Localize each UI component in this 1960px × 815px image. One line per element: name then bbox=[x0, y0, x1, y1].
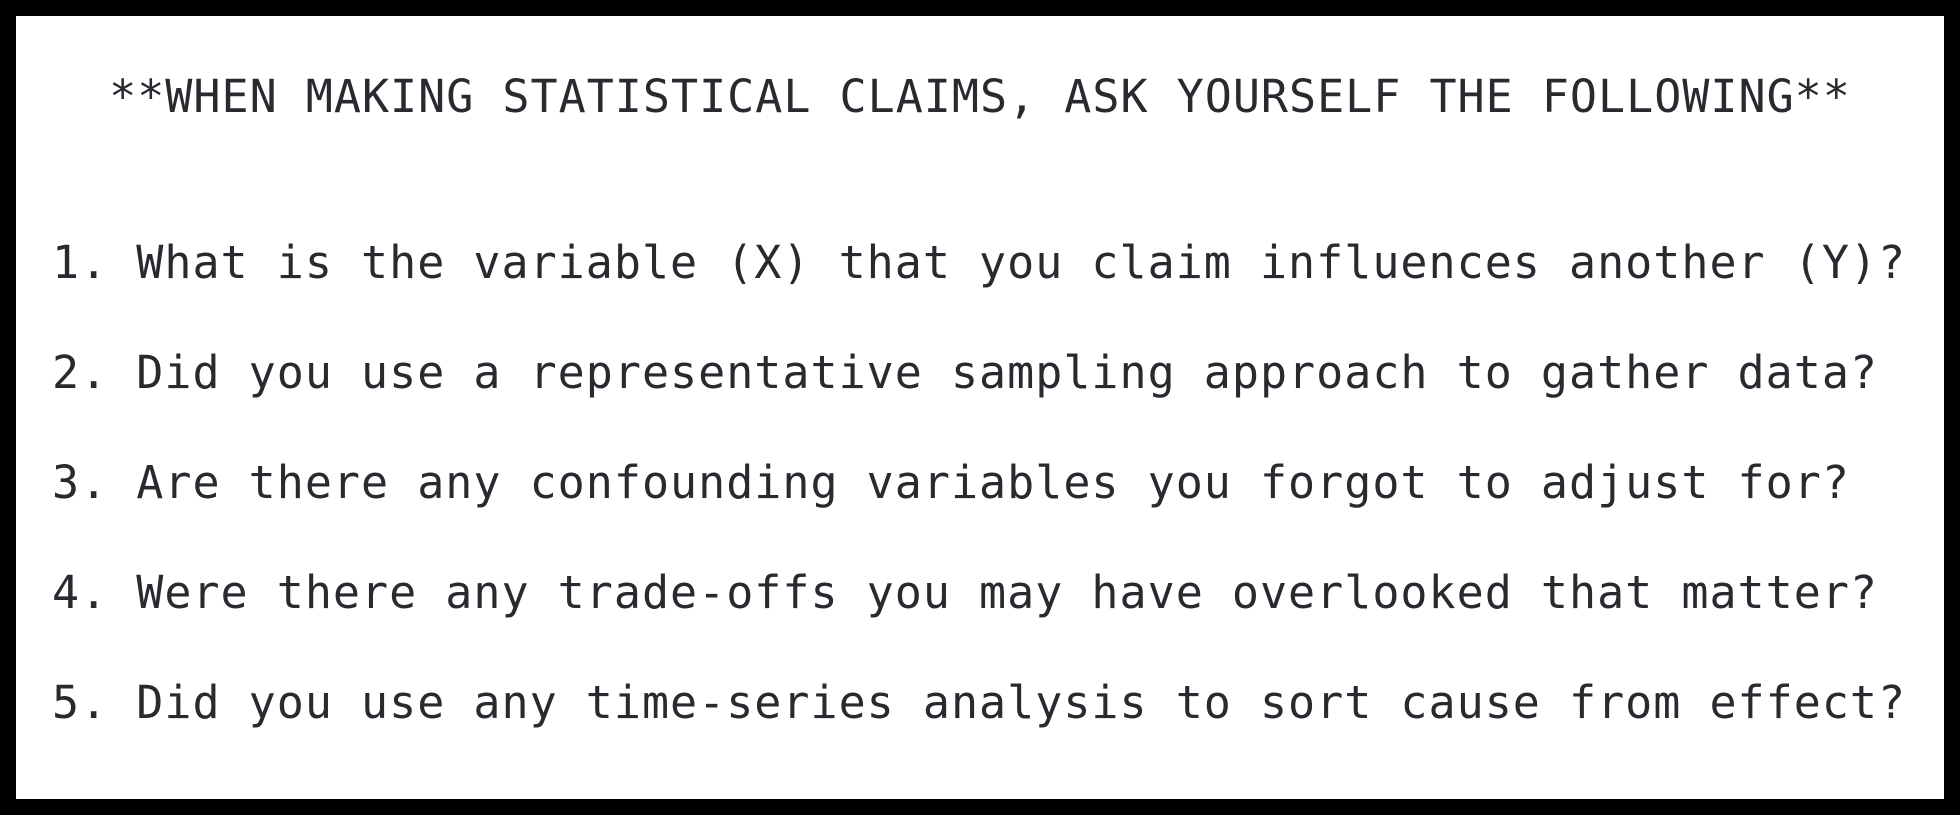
checklist-heading: **WHEN MAKING STATISTICAL CLAIMS, ASK YO… bbox=[109, 70, 1851, 123]
checklist-item-5: 5. Did you use any time-series analysis … bbox=[52, 676, 1907, 729]
checklist-item-4: 4. Were there any trade-offs you may hav… bbox=[52, 566, 1878, 619]
checklist-item-2: 2. Did you use a representative sampling… bbox=[52, 346, 1878, 399]
checklist-item-1: 1. What is the variable (X) that you cla… bbox=[52, 236, 1907, 289]
checklist-item-3: 3. Are there any confounding variables y… bbox=[52, 456, 1850, 509]
